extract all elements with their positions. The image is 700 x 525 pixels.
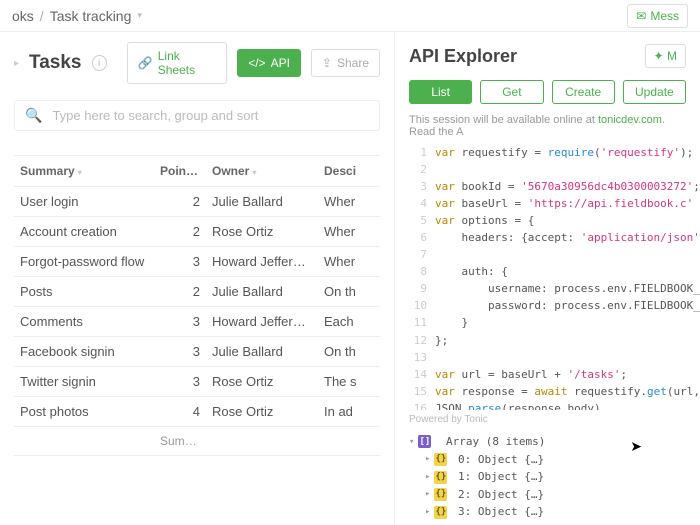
table-row[interactable]: Post photos4Rose OrtizIn ad [14,397,380,427]
api-more-button[interactable]: ✦ M [645,44,686,68]
table-row[interactable]: Facebook signin3Julie BallardOn th [14,337,380,367]
api-explorer-pane: API Explorer ✦ M List Get Create Update Thi… [395,32,700,525]
cell-summary[interactable]: Account creation [14,217,154,246]
cell-description[interactable]: On th [318,337,380,366]
cell-points[interactable]: 3 [154,337,206,366]
powered-by: Powered by Tonic [395,410,700,429]
table-row[interactable]: Account creation2Rose OrtizWher [14,217,380,247]
messages-label: Mess [650,9,679,23]
table-row[interactable]: Posts2Julie BallardOn th [14,277,380,307]
cell-owner[interactable]: Rose Ortiz [206,397,318,426]
top-bar: oks / Task tracking ▾ ✉ Mess [0,0,700,32]
cell-description[interactable]: Wher [318,187,380,216]
disclosure-icon[interactable]: ▸ [425,505,430,519]
result-item[interactable]: ▸{} 2: Object {…} [425,486,686,504]
result-panel[interactable]: ▾[] Array (8 items) ▸{} 0: Object {…}▸{}… [395,429,700,525]
table-row[interactable]: Forgot-password flow3Howard JeffersonWhe… [14,247,380,277]
cell-owner[interactable]: Julie Ballard [206,187,318,216]
tab-list[interactable]: List [409,80,472,104]
cell-points[interactable]: 2 [154,217,206,246]
object-icon: {} [434,471,447,484]
link-icon: 🔗 [138,56,153,70]
cell-summary[interactable]: Forgot-password flow [14,247,154,276]
cell-summary[interactable]: Post photos [14,397,154,426]
code-editor[interactable]: 1var requestify = require('requestify');… [395,144,700,410]
crumb-parent: oks [12,8,34,24]
cell-owner[interactable]: Julie Ballard [206,277,318,306]
array-icon: [] [418,435,431,448]
tab-create[interactable]: Create [552,80,615,104]
chevron-right-icon[interactable]: ▸ [14,58,19,69]
mail-icon: ✉ [636,9,646,23]
api-title: API Explorer [409,46,635,67]
mouse-cursor-icon: ➤ [630,438,642,455]
object-icon: {} [434,488,447,501]
cell-owner[interactable]: Rose Ortiz [206,367,318,396]
result-item[interactable]: ▸{} 3: Object {…} [425,503,686,521]
disclosure-icon[interactable]: ▸ [425,470,430,484]
cell-description[interactable]: Wher [318,247,380,276]
api-tabs: List Get Create Update [395,80,700,104]
cell-summary[interactable]: Comments [14,307,154,336]
breadcrumb[interactable]: oks / Task tracking ▾ [12,8,142,24]
cell-points[interactable]: 4 [154,397,206,426]
cell-description[interactable]: On th [318,277,380,306]
search-icon: 🔍 [25,107,42,124]
col-description[interactable]: Desci [318,156,380,186]
info-icon[interactable]: i [92,55,107,71]
object-icon: {} [434,453,447,466]
share-button[interactable]: ⇪ Share [311,49,380,77]
link-sheets-button[interactable]: 🔗 Link Sheets [127,42,227,84]
sheet-pane: ▸ Tasks i 🔗 Link Sheets </> API ⇪ Share … [0,32,395,525]
cell-summary[interactable]: Twitter signin [14,367,154,396]
cell-points[interactable]: 3 [154,247,206,276]
cell-description[interactable]: Wher [318,217,380,246]
cell-owner[interactable]: Julie Ballard [206,337,318,366]
cell-points[interactable]: 3 [154,367,206,396]
messages-button[interactable]: ✉ Mess [627,4,688,28]
search-input[interactable] [52,108,369,123]
chevron-down-icon[interactable]: ▾ [137,10,142,21]
session-note: This session will be available online at… [395,104,700,144]
disclosure-icon[interactable]: ▸ [425,452,430,466]
api-button[interactable]: </> API [237,49,301,77]
crumb-current: Task tracking [50,8,132,24]
cell-description[interactable]: The s [318,367,380,396]
tab-update[interactable]: Update [623,80,686,104]
task-table: Summary▾ Points▾ Owner▾ Desci User login… [14,155,380,456]
table-row[interactable]: Twitter signin3Rose OrtizThe s [14,367,380,397]
table-row[interactable]: User login2Julie BallardWher [14,187,380,217]
cell-description[interactable]: In ad [318,397,380,426]
table-footer: Sum 22 [14,427,380,456]
cell-summary[interactable]: User login [14,187,154,216]
search-wrap[interactable]: 🔍 [14,100,380,131]
session-link[interactable]: tonicdev.com [598,114,662,126]
cell-owner[interactable]: Howard Jefferson [206,247,318,276]
cell-summary[interactable]: Posts [14,277,154,306]
disclosure-icon[interactable]: ▸ [425,487,430,501]
table-header: Summary▾ Points▾ Owner▾ Desci [14,156,380,187]
share-icon: ⇪ [322,56,332,70]
cell-summary[interactable]: Facebook signin [14,337,154,366]
cell-points[interactable]: 2 [154,277,206,306]
code-icon: </> [248,56,265,70]
col-summary[interactable]: Summary▾ [14,156,154,186]
object-icon: {} [434,506,447,519]
result-item[interactable]: ▸{} 0: Object {…} [425,451,686,469]
cell-points[interactable]: 2 [154,187,206,216]
result-item[interactable]: ▸{} 1: Object {…} [425,468,686,486]
cell-owner[interactable]: Howard Jefferson [206,307,318,336]
cell-description[interactable]: Each [318,307,380,336]
cell-owner[interactable]: Rose Ortiz [206,217,318,246]
col-owner[interactable]: Owner▾ [206,156,318,186]
disclosure-icon[interactable]: ▾ [409,435,414,449]
sheet-title: Tasks [29,52,81,74]
col-points[interactable]: Points▾ [154,156,206,186]
crumb-sep: / [40,8,44,24]
cell-points[interactable]: 3 [154,307,206,336]
tab-get[interactable]: Get [480,80,543,104]
table-row[interactable]: Comments3Howard JeffersonEach [14,307,380,337]
wand-icon: ✦ [654,49,664,63]
